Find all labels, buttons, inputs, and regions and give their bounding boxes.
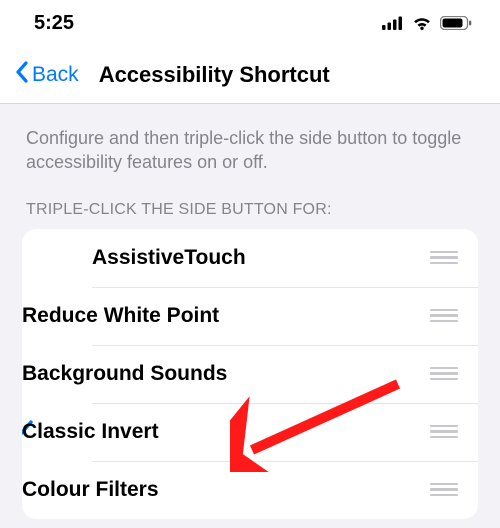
option-label: Reduce White Point [22,304,426,328]
cellular-icon [382,16,404,30]
option-label: Background Sounds [22,362,426,386]
status-icons [382,16,472,30]
nav-bar: Back Accessibility Shortcut [0,46,500,104]
option-label: Colour Filters [22,478,426,502]
status-bar: 5:25 [0,0,500,46]
option-row-classic-invert[interactable]: Classic Invert [22,403,478,461]
option-label: Classic Invert [22,420,426,444]
option-row-colour-filters[interactable]: Colour Filters [22,461,478,519]
wifi-icon [412,16,432,30]
content-area: Configure and then triple-click the side… [0,104,500,519]
options-list: AssistiveTouch Reduce White Point Backgr… [22,229,478,519]
reorder-handle-icon[interactable] [426,247,462,269]
back-button[interactable]: Back [14,60,79,90]
reorder-handle-icon[interactable] [426,479,462,501]
reorder-handle-icon[interactable] [426,305,462,327]
reorder-handle-icon[interactable] [426,421,462,443]
option-label: AssistiveTouch [92,246,426,270]
status-time: 5:25 [34,12,74,35]
option-row-reduce-white-point[interactable]: Reduce White Point [22,287,478,345]
section-description: Configure and then triple-click the side… [22,104,478,197]
back-label: Back [32,63,79,87]
option-row-assistivetouch[interactable]: AssistiveTouch [22,229,478,287]
chevron-left-icon [14,60,30,90]
section-header: TRIPLE-CLICK THE SIDE BUTTON FOR: [22,197,478,229]
reorder-handle-icon[interactable] [426,363,462,385]
page-title: Accessibility Shortcut [99,62,330,88]
battery-icon [440,16,472,30]
option-row-background-sounds[interactable]: Background Sounds [22,345,478,403]
